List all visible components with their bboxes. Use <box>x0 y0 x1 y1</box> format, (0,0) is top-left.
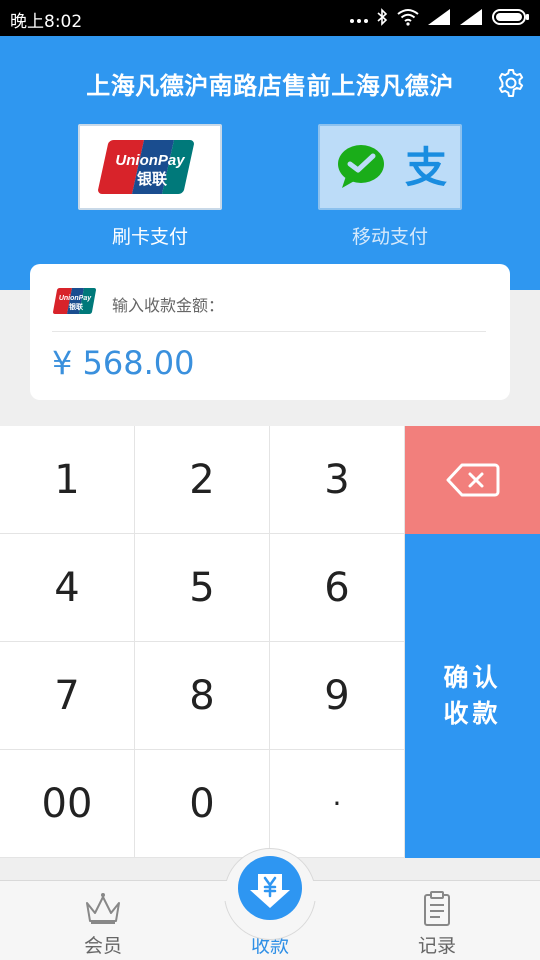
store-name: 上海凡德沪南路店售前上海凡德沪 <box>86 72 454 100</box>
divider <box>52 331 486 332</box>
amount-card: UnionPay 银联 输入收款金额： ¥ 568.00 <box>30 264 510 400</box>
crown-icon <box>86 893 120 924</box>
unionpay-mini-cn: 银联 <box>69 302 84 311</box>
wechat-pay-icon <box>338 145 384 188</box>
mobile-payment-button[interactable]: 支 <box>318 124 462 210</box>
card-payment-button[interactable]: UnionPay 银联 <box>78 124 222 210</box>
confirm-payment-button[interactable]: 确认 收款 <box>405 534 540 858</box>
more-dots-icon <box>350 8 368 26</box>
unionpay-mini-icon: UnionPay 银联 <box>53 287 96 315</box>
mobile-payment-label: 移动支付 <box>351 226 428 248</box>
card-payment-label: 刷卡支付 <box>111 226 188 248</box>
signal-icon <box>428 9 450 25</box>
key-1[interactable]: 1 <box>0 426 135 534</box>
nav-item-member[interactable]: 会员 <box>13 881 193 960</box>
unionpay-logo-cn: 银联 <box>137 170 168 188</box>
status-time: 晚上8:02 <box>10 12 83 32</box>
key-4[interactable]: 4 <box>0 534 135 642</box>
key-5[interactable]: 5 <box>135 534 270 642</box>
key-dot[interactable]: · <box>270 750 405 858</box>
signal-icon-2 <box>460 9 482 25</box>
key-6[interactable]: 6 <box>270 534 405 642</box>
key-8[interactable]: 8 <box>135 642 270 750</box>
unionpay-mini-text: UnionPay <box>59 295 92 302</box>
key-00[interactable]: 00 <box>0 750 135 858</box>
battery-icon <box>492 9 529 25</box>
key-3[interactable]: 3 <box>270 426 405 534</box>
confirm-label-line2: 收款 <box>443 699 502 728</box>
unionpay-logo-icon: UnionPay 银联 <box>98 139 194 195</box>
key-2[interactable]: 2 <box>135 426 270 534</box>
key-0[interactable]: 0 <box>135 750 270 858</box>
yen-download-icon <box>250 874 290 908</box>
collect-fab-button[interactable] <box>238 856 302 920</box>
key-7[interactable]: 7 <box>0 642 135 750</box>
wifi-icon <box>397 9 419 26</box>
key-9[interactable]: 9 <box>270 642 405 750</box>
status-icons <box>350 8 530 26</box>
backspace-icon <box>446 463 499 497</box>
alipay-icon: 支 <box>405 143 447 192</box>
amount-input[interactable]: ¥ 568.00 <box>52 344 195 382</box>
numeric-keypad: 1 2 3 4 5 6 7 8 9 00 0 · 确认 收款 <box>0 426 540 858</box>
nav-label-member: 会员 <box>83 935 122 957</box>
alipay-glyph: 支 <box>405 143 447 192</box>
nav-item-records[interactable]: 记录 <box>347 881 527 960</box>
delete-button[interactable] <box>405 426 540 534</box>
confirm-label-line1: 确认 <box>443 663 502 692</box>
status-bar: 晚上8:02 <box>0 0 540 36</box>
clipboard-icon <box>424 891 450 926</box>
header: 上海凡德沪南路店售前上海凡德沪 UnionPay 银联 刷卡支付 支 移动支付 <box>0 36 540 290</box>
bluetooth-icon <box>377 8 388 26</box>
amount-label: 输入收款金额： <box>112 296 225 315</box>
settings-gear-icon[interactable] <box>496 68 526 98</box>
unionpay-logo-text: UnionPay <box>115 152 185 169</box>
nav-label-records: 记录 <box>417 935 456 957</box>
